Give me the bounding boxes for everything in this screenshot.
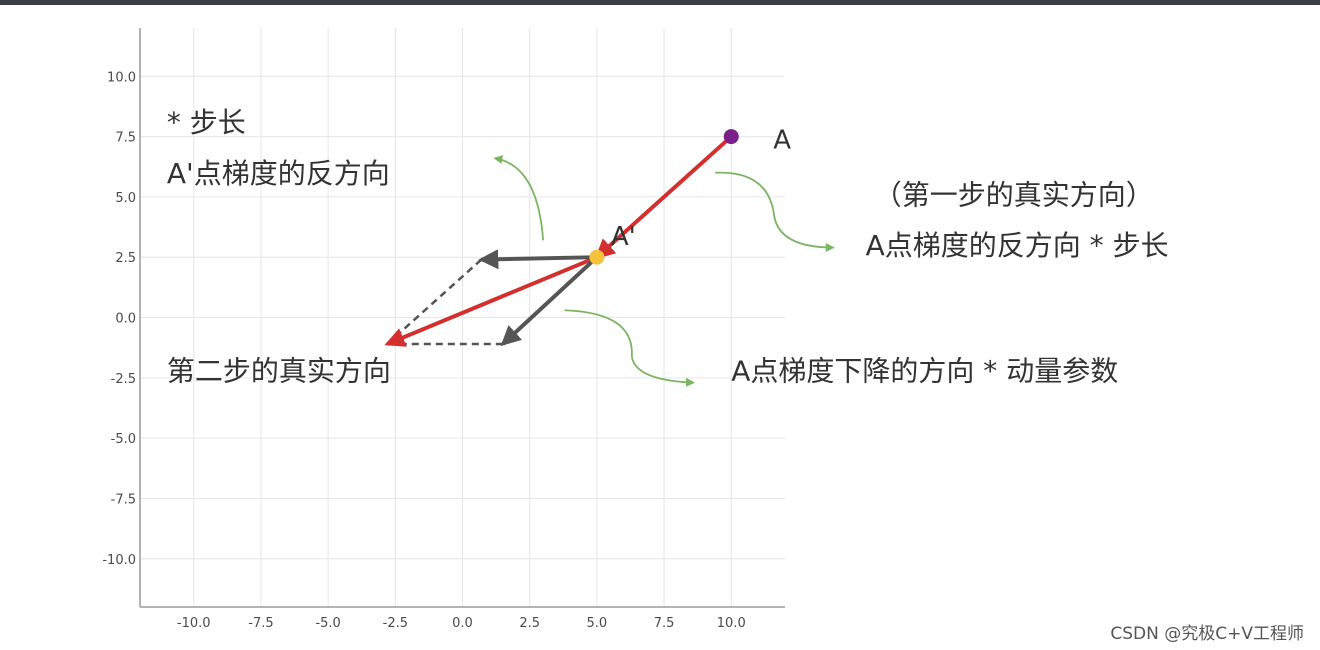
x-tick-label: -5.0 [315,616,340,631]
y-tick-label: -2.5 [111,372,136,387]
x-tick-label: 5.0 [587,616,608,631]
annotation-text: A点梯度的反方向 * 步长 [866,229,1169,262]
y-tick-label: 7.5 [115,131,136,146]
x-tick-label: 7.5 [654,616,675,631]
x-tick-label: -2.5 [383,616,408,631]
watermark: CSDN @究极C+V工程师 [1110,624,1304,644]
vector-arrow [478,249,597,270]
x-tick-label: 2.5 [519,616,540,631]
y-tick-label: 0.0 [115,312,136,327]
x-tick-label: 0.0 [452,616,473,631]
annotation-text: A'点梯度的反方向 [167,157,390,190]
point-label-a: A [773,126,791,156]
annotation-text: * 步长 [167,106,246,139]
gradient-momentum-chart: -10.0 -7.5 -5.0 -2.5 0.0 2.5 5.0 7.5 10.0 -10.0 -7… [102,28,1169,631]
annotation-text: 第二步的真实方向 [167,355,391,388]
pointer-curve-first-step [715,171,835,253]
pointer-curve-momentum [564,309,695,387]
x-tick-label: -7.5 [248,616,273,631]
y-tick-label: -10.0 [102,553,136,568]
y-tick-label: 2.5 [115,251,136,266]
y-tick-label: 10.0 [107,70,136,85]
point-a [723,129,739,145]
point-label-a-prime: A' [611,222,636,252]
y-tick-label: -5.0 [111,432,136,447]
annotation-text: A点梯度下降的方向 * 动量参数 [731,355,1118,388]
x-tick-label: -10.0 [177,616,211,631]
pointer-curve-a-prime [493,155,545,241]
y-tick-label: 5.0 [115,191,136,206]
annotation-text: （第一步的真实方向） [874,178,1154,211]
y-tick-label: -7.5 [111,492,136,507]
dashed-edge [386,258,483,345]
vector-arrow [384,255,598,347]
vector-arrow [500,255,599,347]
x-tick-label: 10.0 [717,616,746,631]
point-a-prime [589,249,605,265]
